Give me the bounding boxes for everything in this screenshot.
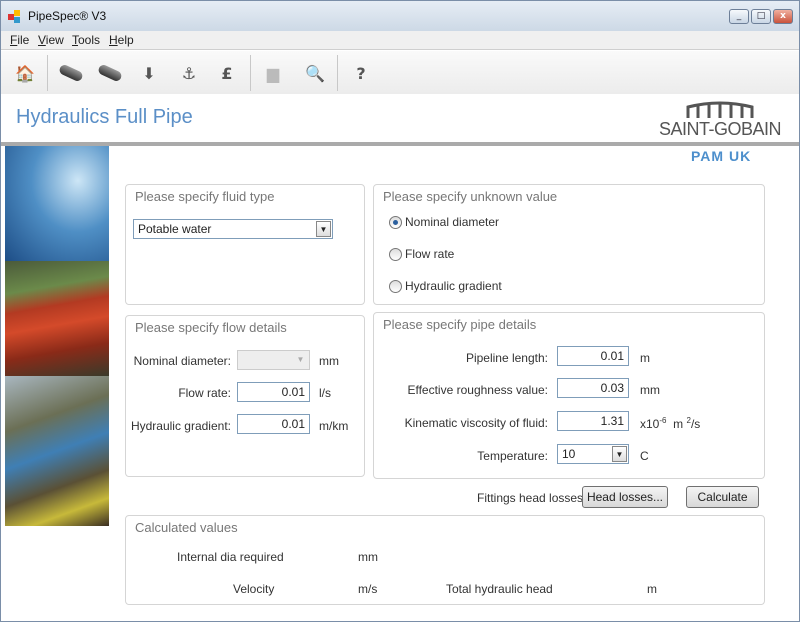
roughness-input[interactable]: 0.03: [557, 378, 629, 398]
fluid-type-select[interactable]: Potable water ▼: [133, 219, 333, 239]
menu-tools[interactable]: Tools: [72, 33, 100, 47]
group-title: Please specify fluid type: [135, 189, 275, 204]
window-title: PipeSpec® V3: [28, 9, 107, 23]
page-title: Hydraulics Full Pipe: [16, 106, 193, 128]
internal-dia-label: Internal dia required: [177, 550, 284, 564]
unit: m: [647, 582, 657, 596]
fluid-type-group: Please specify fluid type Potable water ▼: [125, 184, 365, 305]
velocity-label: Velocity: [233, 582, 275, 596]
maximize-button[interactable]: □: [751, 9, 771, 24]
app-window: PipeSpec® V3 _ □ x File View Tools Help …: [0, 0, 800, 622]
pipeline-length-label: Pipeline length:: [465, 351, 548, 365]
photo-pipes-field: [5, 261, 109, 376]
pipe-icon[interactable]: [57, 59, 85, 87]
unit: C: [640, 449, 649, 463]
header-divider: [1, 142, 799, 146]
chevron-down-icon[interactable]: ▼: [612, 446, 627, 462]
pound-icon[interactable]: £: [213, 59, 241, 87]
hydraulic-gradient-label: Hydraulic gradient:: [130, 419, 231, 433]
anchor-icon[interactable]: ⚓: [175, 59, 203, 87]
pipe-download-icon[interactable]: ⬇: [135, 59, 163, 87]
group-title: Please specify pipe details: [383, 317, 537, 332]
unit: mm: [640, 383, 660, 397]
viscosity-label: Kinematic viscosity of fluid:: [404, 416, 548, 430]
chevron-down-icon[interactable]: ▼: [316, 221, 331, 237]
group-title: Please specify unknown value: [383, 189, 558, 204]
temperature-select[interactable]: 10 ▼: [557, 444, 629, 464]
unit: mm: [319, 354, 339, 368]
photo-pipe: [5, 146, 109, 261]
menu-file[interactable]: File: [10, 33, 29, 47]
flow-rate-input[interactable]: 0.01: [237, 382, 310, 402]
radio-nominal-diameter[interactable]: [389, 216, 402, 229]
logo-brand: SAINT-GOBAIN: [659, 119, 782, 139]
unit: mm: [358, 550, 378, 564]
unknown-value-group: Please specify unknown value Nominal dia…: [373, 184, 765, 305]
chevron-down-icon: ▼: [296, 355, 305, 364]
separator: [250, 55, 251, 91]
home-icon[interactable]: 🏠: [11, 59, 39, 87]
hydraulic-gradient-input[interactable]: 0.01: [237, 414, 310, 434]
calculated-values-group: Calculated values Internal dia required …: [125, 515, 765, 605]
menu-bar: File View Tools Help: [1, 31, 799, 50]
separator: [337, 55, 338, 91]
viscosity-input[interactable]: 1.31: [557, 411, 629, 431]
logo-arches: [686, 101, 754, 118]
radio-label: Flow rate: [405, 247, 455, 261]
flow-rate-label: Flow rate:: [178, 386, 231, 400]
unit: m: [673, 417, 684, 431]
preview-icon[interactable]: 🔍: [301, 59, 329, 87]
pipeline-length-input[interactable]: 0.01: [557, 346, 629, 366]
unit: m/km: [319, 419, 349, 433]
title-bar: PipeSpec® V3 _ □ x: [1, 1, 799, 31]
photo-workers: [5, 376, 109, 526]
separator: [47, 55, 48, 91]
unit: /s: [690, 417, 701, 431]
calculate-button[interactable]: Calculate: [686, 486, 759, 508]
roughness-label: Effective roughness value:: [407, 383, 548, 397]
exponent: -6: [659, 416, 667, 425]
radio-label: Nominal diameter: [405, 215, 500, 229]
flow-details-group: Please specify flow details Nominal diam…: [125, 315, 365, 477]
fluid-type-value: Potable water: [138, 222, 212, 236]
temperature-value: 10: [562, 447, 576, 461]
nominal-diameter-select: ▼: [237, 350, 310, 370]
radio-label: Hydraulic gradient: [405, 279, 502, 293]
unit: m/s: [358, 582, 378, 596]
menu-view[interactable]: View: [38, 33, 64, 47]
minimize-button[interactable]: _: [729, 9, 749, 24]
logo-sub: PAM UK: [691, 148, 752, 164]
nominal-diameter-label: Nominal diameter:: [133, 354, 231, 368]
temperature-label: Temperature:: [477, 449, 548, 463]
viscosity-unit: x10-6 m 2/s: [640, 416, 700, 431]
fittings-label: Fittings head losses:: [477, 491, 587, 505]
radio-flow-rate[interactable]: [389, 248, 402, 261]
group-title: Calculated values: [135, 520, 238, 535]
print-icon[interactable]: ▆: [259, 59, 287, 87]
head-losses-button[interactable]: Head losses...: [582, 486, 668, 508]
photo-strip: [5, 146, 109, 526]
app-icon: [8, 10, 22, 23]
menu-help[interactable]: Help: [109, 33, 134, 47]
unit: x10: [640, 417, 660, 431]
radio-hydraulic-gradient[interactable]: [389, 280, 402, 293]
total-head-label: Total hydraulic head: [446, 582, 553, 596]
pipe-details-group: Please specify pipe details Pipeline len…: [373, 312, 765, 479]
pipe-cut-icon[interactable]: [96, 59, 124, 87]
toolbar: 🏠 ⬇ ⚓ £ ▆ 🔍 ?: [1, 51, 799, 94]
unit: l/s: [319, 386, 331, 400]
group-title: Please specify flow details: [135, 320, 287, 335]
help-icon[interactable]: ?: [347, 59, 375, 87]
unit: m: [640, 351, 650, 365]
close-button[interactable]: x: [773, 9, 793, 24]
